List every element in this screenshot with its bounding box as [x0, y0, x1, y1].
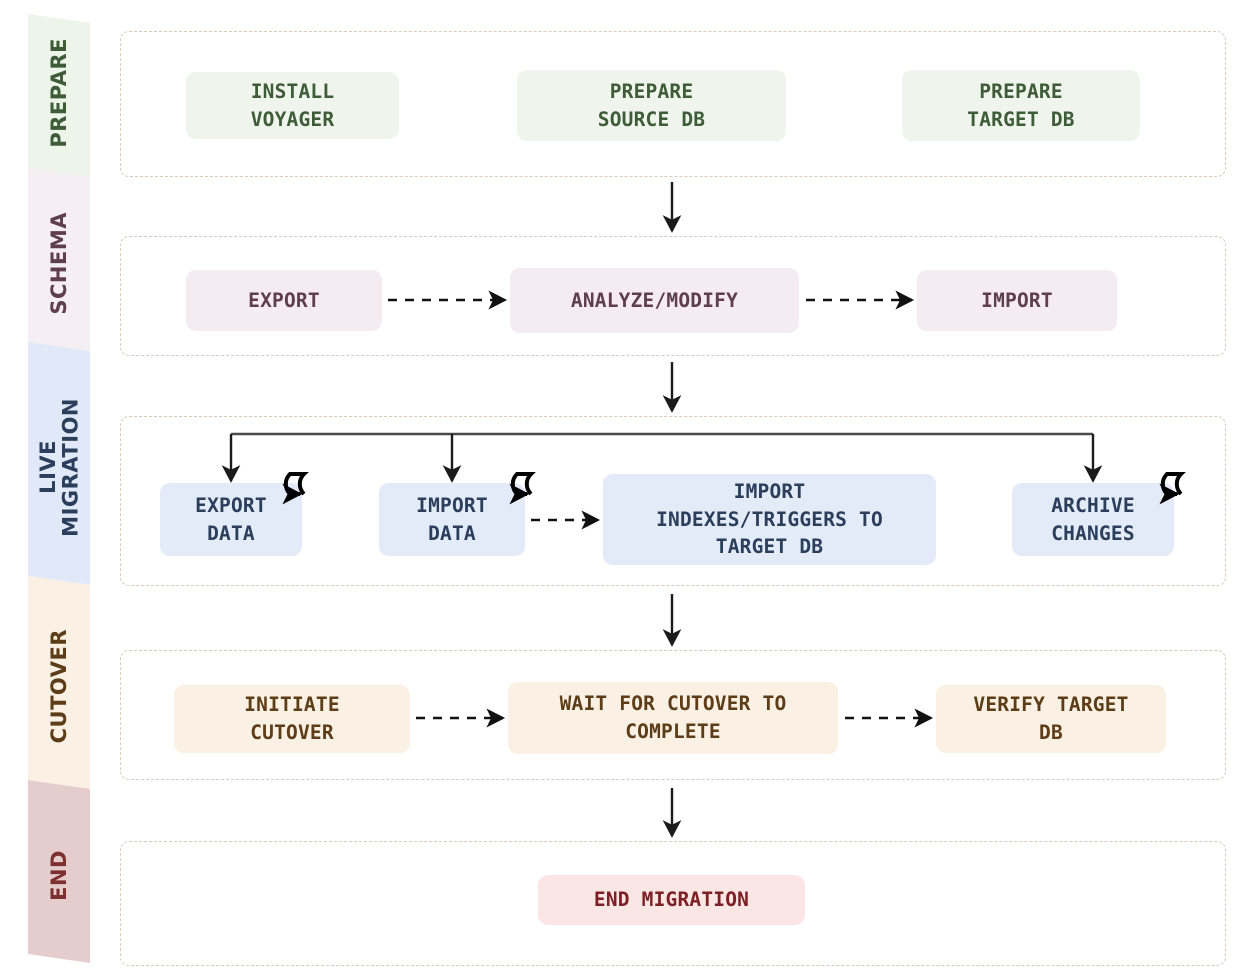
node-end-migration[interactable]: END MIGRATION — [538, 875, 805, 925]
node-prepare-source-db[interactable]: PREPARE SOURCE DB — [517, 70, 786, 141]
phase-band-live-migration: LIVE MIGRATION — [28, 342, 90, 592]
node-import-indexes-triggers[interactable]: IMPORT INDEXES/TRIGGERS TO TARGET DB — [603, 474, 936, 565]
phase-rail: PREPARE SCHEMA LIVE MIGRATION CUTOVER EN — [0, 0, 112, 980]
phase-band-end: END — [28, 780, 90, 970]
node-import-data[interactable]: IMPORT DATA — [379, 483, 525, 556]
node-import[interactable]: IMPORT — [917, 270, 1117, 331]
node-wait-for-cutover[interactable]: WAIT FOR CUTOVER TO COMPLETE — [508, 682, 838, 754]
node-prepare-target-db[interactable]: PREPARE TARGET DB — [902, 70, 1140, 141]
node-verify-target-db[interactable]: VERIFY TARGET DB — [936, 685, 1166, 753]
node-install-voyager[interactable]: INSTALL VOYAGER — [186, 72, 399, 139]
phase-label-schema: SCHEMA — [46, 211, 71, 315]
node-export-data[interactable]: EXPORT DATA — [160, 483, 302, 556]
node-archive-changes[interactable]: ARCHIVE CHANGES — [1012, 483, 1174, 556]
phase-band-schema: SCHEMA — [28, 168, 90, 358]
phase-label-end: END — [46, 849, 71, 901]
node-initiate-cutover[interactable]: INITIATE CUTOVER — [174, 685, 410, 753]
phase-label-prepare: PREPARE — [46, 38, 71, 148]
migration-workflow-diagram: PREPARE SCHEMA LIVE MIGRATION CUTOVER EN — [0, 0, 1244, 980]
phase-band-cutover: CUTOVER — [28, 576, 90, 796]
node-analyze-modify[interactable]: ANALYZE/MODIFY — [510, 268, 799, 333]
node-export[interactable]: EXPORT — [186, 270, 382, 331]
phase-label-cutover: CUTOVER — [46, 628, 71, 744]
phase-label-live-migration: LIVE MIGRATION — [35, 397, 82, 537]
phase-band-prepare: PREPARE — [28, 0, 90, 186]
